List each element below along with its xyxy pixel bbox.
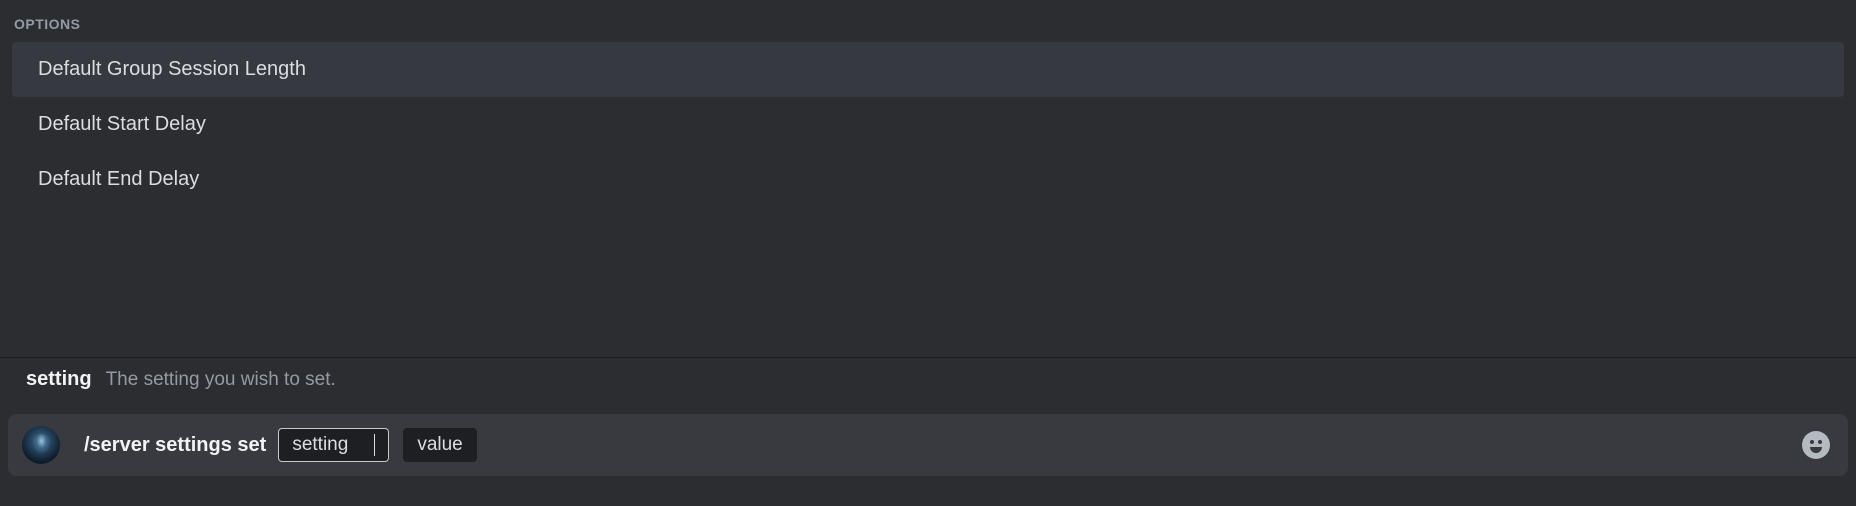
slash-command-text: /server settings set	[84, 434, 266, 457]
parameter-description: The setting you wish to set.	[106, 369, 336, 391]
bot-avatar	[22, 426, 60, 464]
parameter-name: setting	[26, 368, 92, 391]
message-input-bar[interactable]: /server settings set setting value	[8, 414, 1848, 476]
emoji-picker-icon[interactable]	[1802, 431, 1830, 459]
command-option-pill-setting[interactable]: setting	[278, 428, 389, 462]
options-autocomplete-panel: OPTIONS Default Group Session Length Def…	[0, 0, 1856, 207]
option-item[interactable]: Default Start Delay	[12, 97, 1844, 152]
option-item[interactable]: Default Group Session Length	[12, 42, 1844, 97]
options-header: OPTIONS	[0, 10, 1856, 42]
command-option-pill-value[interactable]: value	[403, 428, 476, 462]
option-item[interactable]: Default End Delay	[12, 152, 1844, 207]
parameter-hint-bar: setting The setting you wish to set.	[0, 357, 1856, 403]
